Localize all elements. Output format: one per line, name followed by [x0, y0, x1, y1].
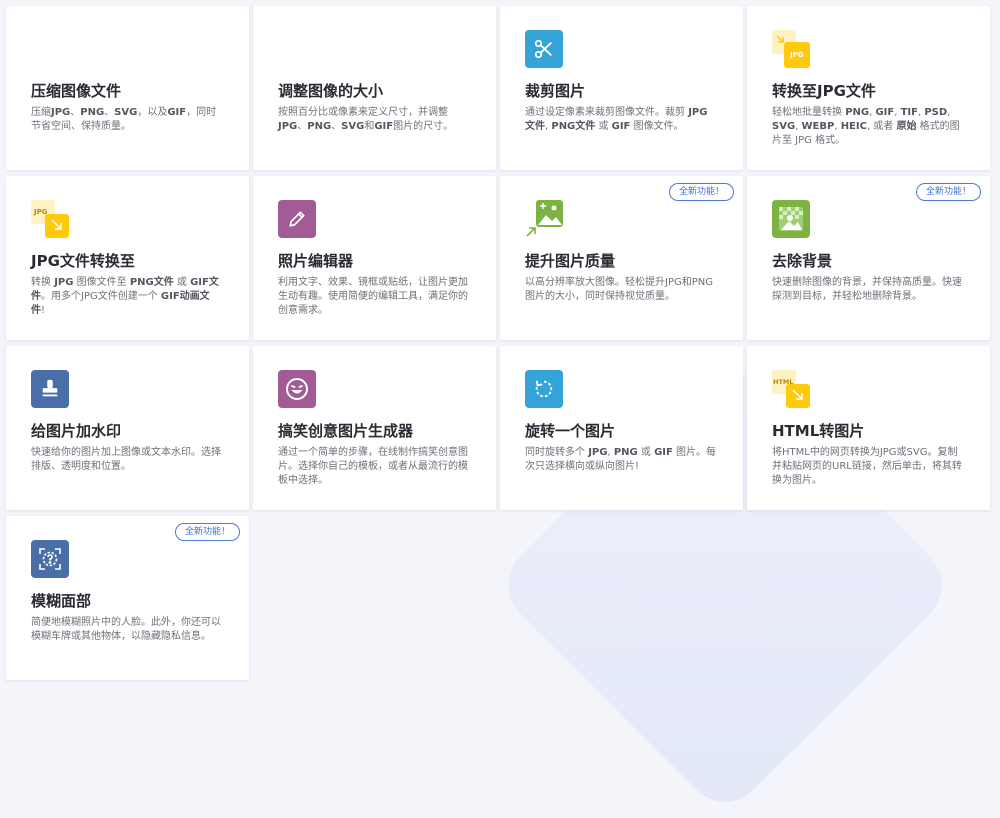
tool-card-from-jpg[interactable]: JPG JPG文件转换至 转换 JPG 图像文件至 PNG文件 或 GIF文件。… [6, 176, 249, 340]
tool-description: 轻松地批量转换 PNG, GIF, TIF, PSD, SVG, WEBP, H… [772, 107, 960, 146]
tools-grid: 压缩图像文件 压缩JPG、PNG、SVG，以及GIF，同时节省空间、保持质量。 … [6, 6, 990, 680]
tool-title: 去除背景 [772, 252, 833, 270]
blur-face-icon [31, 540, 69, 578]
tool-card-blur-face[interactable]: 全新功能！ 模糊面部 简便地模糊照片中的人脸。此外，你还可以模糊车牌或其他物体，… [6, 516, 249, 680]
convert-to-jpg-icon: JPG [772, 30, 810, 68]
tool-card-compress[interactable]: 压缩图像文件 压缩JPG、PNG、SVG，以及GIF，同时节省空间、保持质量。 [6, 6, 249, 170]
tool-title: 照片编辑器 [278, 252, 354, 270]
upscale-image-icon [525, 200, 563, 238]
tool-description: 快速给你的图片加上图像或文本水印。选择排版、透明度和位置。 [31, 447, 221, 472]
tool-description: 快速删除图像的背景，并保持高质量。快速探测到目标，并轻松地删除背景。 [772, 277, 962, 302]
new-feature-badge: 全新功能！ [668, 183, 734, 201]
tool-title: 裁剪图片 [525, 82, 586, 100]
tool-description: 通过设定像素来裁剪图像文件。裁剪 JPG文件, PNG文件 或 GIF 图像文件… [525, 107, 708, 132]
tool-card-html-to-image[interactable]: HTML HTML转图片 将HTML中的网页转换为JPG或SVG。复制并粘贴网页… [747, 346, 990, 510]
tool-title: 模糊面部 [31, 592, 92, 610]
tool-title: 搞笑创意图片生成器 [278, 422, 414, 440]
tool-title: HTML转图片 [772, 422, 865, 440]
tool-card-to-jpg[interactable]: JPG 转换至JPG文件 轻松地批量转换 PNG, GIF, TIF, PSD,… [747, 6, 990, 170]
remove-background-icon [772, 200, 810, 238]
tool-title: 给图片加水印 [31, 422, 122, 440]
html-to-image-icon: HTML [772, 370, 810, 408]
tool-title: 调整图像的大小 [278, 82, 384, 100]
tool-title: 压缩图像文件 [31, 82, 122, 100]
tool-card-rotate[interactable]: 旋转一个图片 同时旋转多个 JPG, PNG 或 GIF 图片。每次只选择横向或… [500, 346, 743, 510]
new-feature-badge: 全新功能！ [174, 523, 240, 541]
tool-description: 以高分辨率放大图像。轻松提升JPG和PNG图片的大小，同时保持视觉质量。 [525, 277, 713, 302]
tool-title: JPG文件转换至 [31, 252, 135, 270]
tool-description: 转换 JPG 图像文件至 PNG文件 或 GIF文件。用多个JPG文件创建一个 … [31, 277, 219, 316]
scissors-icon [525, 30, 563, 68]
laughing-face-icon [278, 370, 316, 408]
new-feature-badge: 全新功能！ [915, 183, 981, 201]
tool-card-resize[interactable]: 调整图像的大小 按照百分比或像素来定义尺寸，并调整JPG、PNG、SVG和GIF… [253, 6, 496, 170]
rotate-icon [525, 370, 563, 408]
convert-from-jpg-icon: JPG [31, 200, 69, 238]
pencil-icon [278, 200, 316, 238]
tool-description: 压缩JPG、PNG、SVG，以及GIF，同时节省空间、保持质量。 [31, 107, 217, 132]
tool-description: 同时旋转多个 JPG, PNG 或 GIF 图片。每次只选择横向或纵向图片! [525, 447, 717, 472]
tool-card-meme[interactable]: 搞笑创意图片生成器 通过一个简单的步骤，在线制作搞笑创意图片。选择你自己的模板，… [253, 346, 496, 510]
tool-title: 提升图片质量 [525, 252, 616, 270]
tool-card-watermark[interactable]: 给图片加水印 快速给你的图片加上图像或文本水印。选择排版、透明度和位置。 [6, 346, 249, 510]
tool-card-crop[interactable]: 裁剪图片 通过设定像素来裁剪图像文件。裁剪 JPG文件, PNG文件 或 GIF… [500, 6, 743, 170]
tool-card-upscale[interactable]: 全新功能！ 提升图片质量 以高分辨率放大图像。轻松提升JPG和PNG图片的大小，… [500, 176, 743, 340]
tool-title: 旋转一个图片 [525, 422, 616, 440]
tool-description: 通过一个简单的步骤，在线制作搞笑创意图片。选择你自己的模板，或者从最流行的模板中… [278, 447, 468, 486]
compress-arrows-icon [31, 30, 69, 68]
tool-card-remove-bg[interactable]: 全新功能！ 去除背景 快速删除图像的背景，并保持高质量。快速探测到目标，并轻松地… [747, 176, 990, 340]
tool-description: 将HTML中的网页转换为JPG或SVG。复制并粘贴网页的URL链接，然后单击，将… [772, 447, 962, 486]
stamp-icon [31, 370, 69, 408]
tool-title: 转换至JPG文件 [772, 82, 876, 100]
tool-card-editor[interactable]: 照片编辑器 利用文字、效果、镜框或贴纸，让图片更加生动有趣。使用简便的编辑工具，… [253, 176, 496, 340]
tool-description: 利用文字、效果、镜框或贴纸，让图片更加生动有趣。使用简便的编辑工具，满足你的创意… [278, 277, 468, 316]
resize-image-icon [278, 30, 316, 68]
tool-description: 按照百分比或像素来定义尺寸，并调整JPG、PNG、SVG和GIF图片的尺寸。 [278, 107, 454, 132]
tool-description: 简便地模糊照片中的人脸。此外，你还可以模糊车牌或其他物体，以隐藏隐私信息。 [31, 617, 221, 642]
